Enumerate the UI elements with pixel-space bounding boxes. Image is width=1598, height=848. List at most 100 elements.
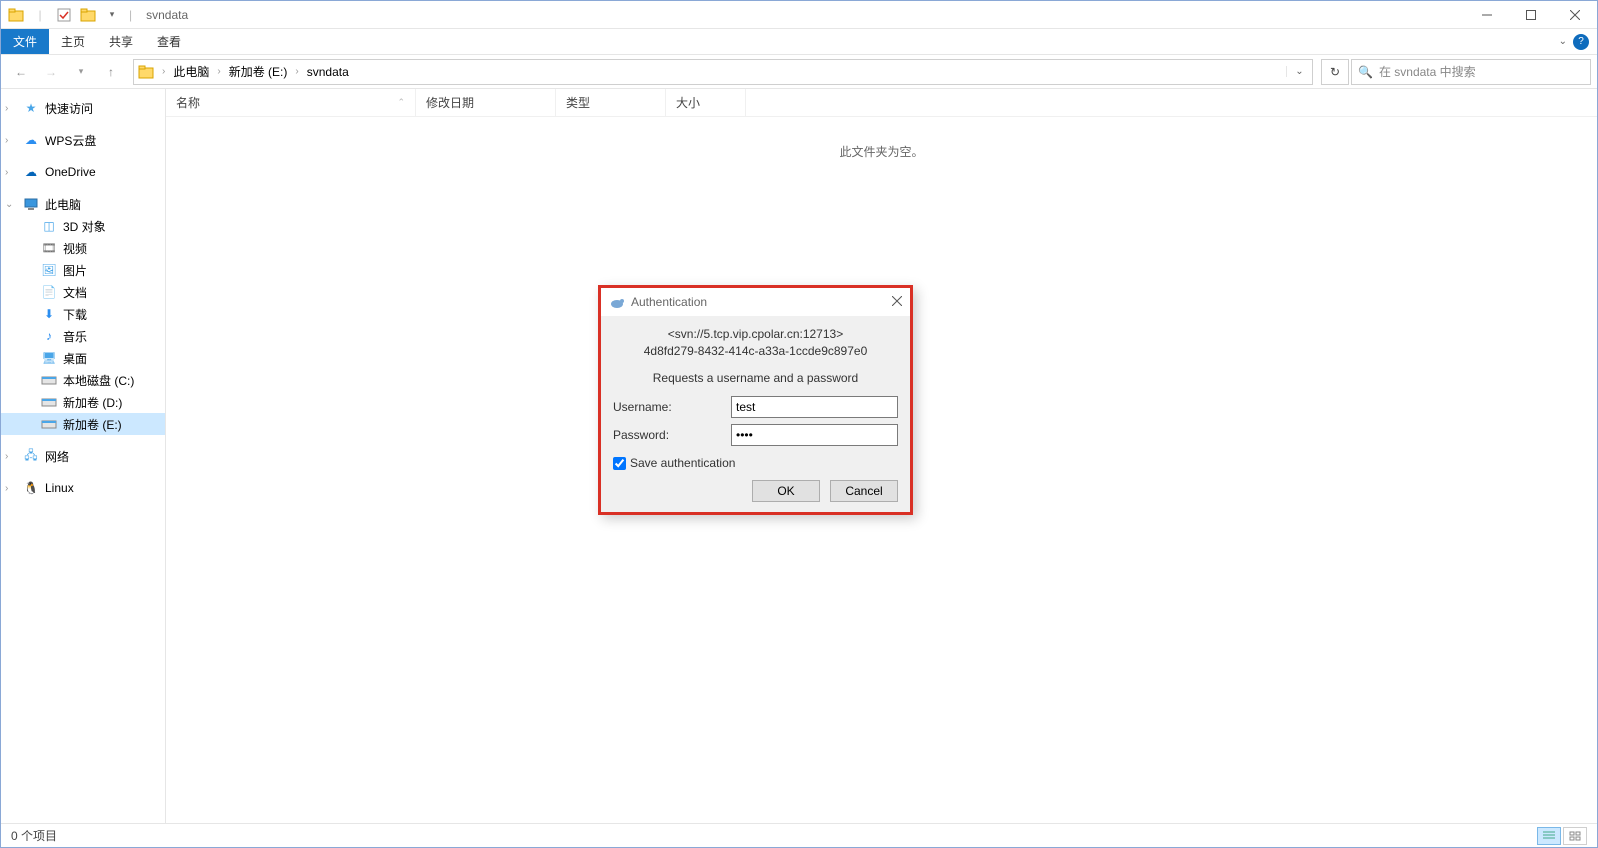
address-bar[interactable]: › 此电脑 › 新加卷 (E:) › svndata ⌄ bbox=[133, 59, 1313, 85]
details-view-button[interactable] bbox=[1537, 827, 1561, 845]
help-icon[interactable]: ? bbox=[1573, 34, 1589, 50]
cube-icon: ◫ bbox=[41, 218, 57, 234]
nav-wps[interactable]: ›☁WPS云盘 bbox=[1, 129, 165, 151]
back-button[interactable]: ← bbox=[7, 58, 35, 86]
nav-quick-access[interactable]: ›★快速访问 bbox=[1, 97, 165, 119]
maximize-button[interactable] bbox=[1509, 1, 1553, 29]
video-icon: 🎞 bbox=[41, 240, 57, 256]
password-input[interactable] bbox=[731, 424, 898, 446]
window-controls bbox=[1465, 1, 1597, 29]
save-auth-label: Save authentication bbox=[630, 456, 735, 470]
expand-icon[interactable]: › bbox=[5, 451, 17, 462]
column-name[interactable]: 名称⌃ bbox=[166, 89, 416, 116]
search-box[interactable]: 🔍 在 svndata 中搜索 bbox=[1351, 59, 1591, 85]
drive-icon bbox=[41, 372, 57, 388]
star-icon: ★ bbox=[23, 100, 39, 116]
search-icon: 🔍 bbox=[1358, 65, 1373, 79]
title-separator: | bbox=[129, 8, 132, 22]
qat-chevron-icon[interactable]: ▾ bbox=[101, 4, 123, 26]
tab-file[interactable]: 文件 bbox=[1, 29, 49, 54]
breadcrumb-folder[interactable]: svndata bbox=[303, 65, 353, 79]
onedrive-icon: ☁ bbox=[23, 164, 39, 180]
nav-this-pc[interactable]: ⌄此电脑 bbox=[1, 193, 165, 215]
desktop-icon: 🖥 bbox=[41, 350, 57, 366]
linux-icon: 🐧 bbox=[23, 480, 39, 496]
password-label: Password: bbox=[613, 428, 731, 442]
username-label: Username: bbox=[613, 400, 731, 414]
nav-e-drive[interactable]: 新加卷 (E:) bbox=[1, 413, 165, 435]
folder-icon bbox=[5, 4, 27, 26]
ribbon: 文件 主页 共享 查看 ⌄ ? bbox=[1, 29, 1597, 55]
collapse-icon[interactable]: ⌄ bbox=[5, 199, 17, 210]
checkbox-icon[interactable] bbox=[53, 4, 75, 26]
save-auth-checkbox[interactable] bbox=[613, 457, 626, 470]
nav-music[interactable]: ♪音乐 bbox=[1, 325, 165, 347]
quick-access-toolbar: | ▾ bbox=[1, 4, 123, 26]
download-icon: ⬇ bbox=[41, 306, 57, 322]
nav-d-drive[interactable]: 新加卷 (D:) bbox=[1, 391, 165, 413]
chevron-right-icon[interactable]: › bbox=[158, 66, 169, 77]
computer-icon bbox=[23, 196, 39, 212]
close-button[interactable] bbox=[1553, 1, 1597, 29]
drive-icon bbox=[41, 416, 57, 432]
cloud-icon: ☁ bbox=[23, 132, 39, 148]
ribbon-expand-icon[interactable]: ⌄ bbox=[1559, 36, 1567, 47]
breadcrumb-drive[interactable]: 新加卷 (E:) bbox=[225, 63, 292, 80]
nav-3d-objects[interactable]: ◫3D 对象 bbox=[1, 215, 165, 237]
item-count: 0 个项目 bbox=[11, 827, 57, 844]
nav-c-drive[interactable]: 本地磁盘 (C:) bbox=[1, 369, 165, 391]
cancel-button[interactable]: Cancel bbox=[830, 480, 898, 502]
username-input[interactable] bbox=[731, 396, 898, 418]
large-icons-view-button[interactable] bbox=[1563, 827, 1587, 845]
chevron-right-icon[interactable]: › bbox=[291, 66, 302, 77]
expand-icon[interactable]: › bbox=[5, 103, 17, 114]
nav-desktop[interactable]: 🖥桌面 bbox=[1, 347, 165, 369]
nav-network[interactable]: ›🖧网络 bbox=[1, 445, 165, 467]
tortoise-svn-icon bbox=[609, 294, 625, 310]
ok-button[interactable]: OK bbox=[752, 480, 820, 502]
column-modified[interactable]: 修改日期 bbox=[416, 89, 556, 116]
qat-separator: | bbox=[29, 4, 51, 26]
tab-view[interactable]: 查看 bbox=[145, 29, 193, 54]
window-title: svndata bbox=[146, 8, 188, 22]
column-headers: 名称⌃ 修改日期 类型 大小 bbox=[166, 89, 1597, 117]
nav-downloads[interactable]: ⬇下载 bbox=[1, 303, 165, 325]
expand-icon[interactable]: › bbox=[5, 167, 17, 178]
tab-share[interactable]: 共享 bbox=[97, 29, 145, 54]
path-folder-icon bbox=[138, 64, 154, 80]
network-icon: 🖧 bbox=[23, 448, 39, 464]
documents-icon: 📄 bbox=[41, 284, 57, 300]
pictures-icon: 🖼 bbox=[41, 262, 57, 278]
column-type[interactable]: 类型 bbox=[556, 89, 666, 116]
navigation-bar: ← → ▾ ↑ › 此电脑 › 新加卷 (E:) › svndata ⌄ ↻ 🔍… bbox=[1, 55, 1597, 89]
nav-documents[interactable]: 📄文档 bbox=[1, 281, 165, 303]
up-button[interactable]: ↑ bbox=[97, 58, 125, 86]
dialog-prompt: Requests a username and a password bbox=[613, 370, 898, 387]
chevron-right-icon[interactable]: › bbox=[213, 66, 224, 77]
nav-linux[interactable]: ›🐧Linux bbox=[1, 477, 165, 499]
sort-indicator-icon: ⌃ bbox=[397, 97, 405, 108]
search-placeholder: 在 svndata 中搜索 bbox=[1379, 63, 1476, 80]
navigation-pane[interactable]: ›★快速访问 ›☁WPS云盘 ›☁OneDrive ⌄此电脑 ◫3D 对象 🎞视… bbox=[1, 89, 166, 823]
dialog-server-info: <svn://5.tcp.vip.cpolar.cn:12713> 4d8fd2… bbox=[613, 326, 898, 360]
nav-videos[interactable]: 🎞视频 bbox=[1, 237, 165, 259]
expand-icon[interactable]: › bbox=[5, 483, 17, 494]
refresh-button[interactable]: ↻ bbox=[1321, 59, 1349, 85]
dialog-title-bar[interactable]: Authentication bbox=[601, 288, 910, 316]
expand-icon[interactable]: › bbox=[5, 135, 17, 146]
folder-small-icon[interactable] bbox=[77, 4, 99, 26]
column-size[interactable]: 大小 bbox=[666, 89, 746, 116]
recent-locations-icon[interactable]: ▾ bbox=[67, 58, 95, 86]
nav-onedrive[interactable]: ›☁OneDrive bbox=[1, 161, 165, 183]
drive-icon bbox=[41, 394, 57, 410]
nav-pictures[interactable]: 🖼图片 bbox=[1, 259, 165, 281]
address-dropdown-icon[interactable]: ⌄ bbox=[1286, 66, 1312, 77]
svn-uuid: 4d8fd279-8432-414c-a33a-1ccde9c897e0 bbox=[613, 343, 898, 360]
forward-button[interactable]: → bbox=[37, 58, 65, 86]
minimize-button[interactable] bbox=[1465, 1, 1509, 29]
dialog-close-button[interactable] bbox=[892, 295, 902, 309]
breadcrumb-thispc[interactable]: 此电脑 bbox=[169, 63, 213, 80]
authentication-dialog: Authentication <svn://5.tcp.vip.cpolar.c… bbox=[598, 285, 913, 515]
music-icon: ♪ bbox=[41, 328, 57, 344]
tab-home[interactable]: 主页 bbox=[49, 29, 97, 54]
